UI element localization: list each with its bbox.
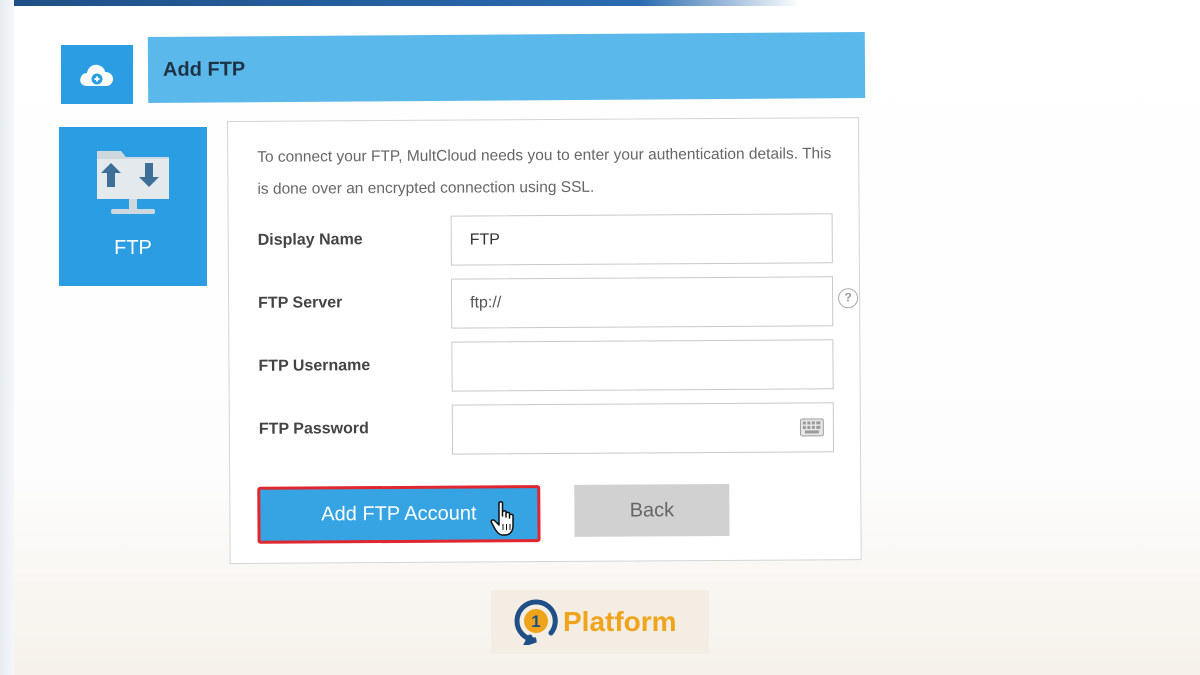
ftp-password-input[interactable]	[451, 402, 835, 455]
logo-numeral: 1	[531, 612, 540, 631]
cloud-add-icon	[80, 64, 113, 86]
ftp-username-input[interactable]	[451, 339, 834, 392]
help-icon[interactable]: ?	[838, 288, 859, 309]
cloud-add-icon-box	[61, 45, 133, 104]
ftp-username-label: FTP Username	[258, 357, 371, 375]
ftp-form-panel: To connect your FTP, MultCloud needs you…	[227, 117, 862, 564]
service-tile-ftp: FTP	[59, 127, 207, 286]
ftp-server-label: FTP Server	[258, 294, 343, 312]
ftp-server-input[interactable]	[450, 276, 834, 329]
ftp-password-label: FTP Password	[258, 420, 369, 438]
back-button[interactable]: Back	[574, 483, 730, 537]
display-name-input[interactable]	[450, 213, 833, 266]
top-accent-bar	[0, 0, 800, 6]
display-name-label: Display Name	[257, 231, 363, 249]
left-sidebar-edge	[0, 0, 14, 675]
ftp-folder-transfer-icon	[97, 151, 169, 214]
form-intro-text: To connect your FTP, MultCloud needs you…	[257, 145, 832, 198]
brand-watermark: 1 Platform	[491, 590, 709, 654]
service-tile-label: FTP	[114, 237, 152, 259]
platform-logo-icon: 1	[514, 599, 558, 645]
hand-pointer-icon	[490, 501, 514, 536]
page-title: Add FTP	[162, 57, 246, 81]
keyboard-icon[interactable]	[799, 418, 824, 437]
page-header: Add FTP	[147, 31, 866, 103]
watermark-text: Platform	[563, 606, 677, 637]
